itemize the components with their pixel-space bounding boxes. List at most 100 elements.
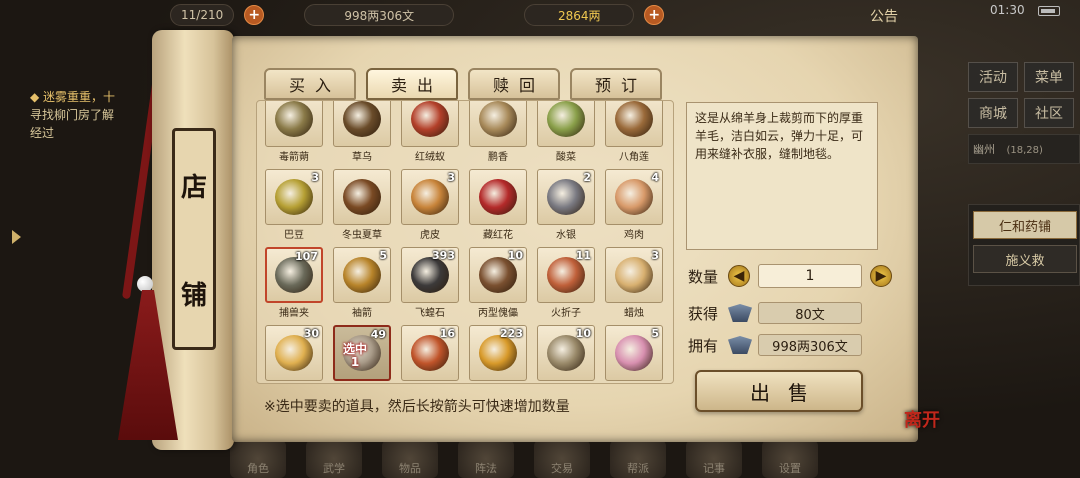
item-grid-viewport[interactable]: 毒箭蒴 草乌 红绒蚁 鹏香 酸菜 八角莲 3 巴豆 冬虫夏草 3 虎皮 藏红花 2 水银 4 鸡肉 107 捕兽夹… bbox=[256, 100, 674, 384]
bottom-menu-item[interactable]: 物品 bbox=[382, 440, 438, 478]
bottom-menu-item[interactable]: 帮派 bbox=[610, 440, 666, 478]
region-indicator: 幽州 (18,28) bbox=[968, 134, 1080, 164]
item-slot[interactable] bbox=[469, 169, 527, 225]
item-icon bbox=[275, 335, 313, 371]
earn-value: 80文 bbox=[758, 302, 862, 324]
quantity-field[interactable]: 1 bbox=[758, 264, 862, 288]
item-cell[interactable]: 5 袖箭 bbox=[331, 247, 393, 319]
menu-button[interactable]: 菜单 bbox=[1024, 62, 1074, 92]
leave-button[interactable]: 离开 bbox=[898, 398, 946, 440]
item-slot[interactable]: 5 bbox=[605, 325, 663, 381]
item-cell[interactable]: 3 蜡烛 bbox=[603, 247, 665, 319]
item-icon bbox=[411, 257, 449, 293]
item-cell[interactable]: 223 舍利碎片 bbox=[467, 325, 529, 383]
expand-arrow-icon[interactable] bbox=[12, 230, 21, 244]
bottom-menu-item[interactable]: 武学 bbox=[306, 440, 362, 478]
item-name: 小鸡 bbox=[263, 382, 325, 383]
item-cell[interactable]: 107 捕兽夹 bbox=[263, 247, 325, 319]
bag-count: 11/210 bbox=[170, 4, 235, 26]
item-slot[interactable]: 3 bbox=[401, 169, 459, 225]
item-slot[interactable] bbox=[401, 101, 459, 147]
tab-reserve[interactable]: 预订 bbox=[570, 68, 662, 100]
item-slot[interactable]: 223 bbox=[469, 325, 527, 381]
item-cell[interactable]: 鹏香 bbox=[467, 101, 529, 163]
item-slot[interactable]: 3 bbox=[605, 247, 663, 303]
gold-add-button[interactable]: + bbox=[644, 5, 665, 25]
item-cell[interactable]: 49选中1羊毛 bbox=[331, 325, 393, 383]
item-slot[interactable]: 3 bbox=[265, 169, 323, 225]
item-slot[interactable]: 4 bbox=[605, 169, 663, 225]
item-slot[interactable]: 10 bbox=[537, 325, 595, 381]
community-button[interactable]: 社区 bbox=[1024, 98, 1074, 128]
quest-tracker[interactable]: ◆ 迷雾重重，十 寻找柳门房了解 经过 bbox=[30, 88, 160, 142]
item-cell[interactable]: 393 飞蝗石 bbox=[399, 247, 461, 319]
item-slot[interactable] bbox=[537, 101, 595, 147]
item-cell[interactable]: 酸菜 bbox=[535, 101, 597, 163]
item-slot[interactable] bbox=[469, 101, 527, 147]
gold-money: 2864两 bbox=[524, 4, 635, 26]
tab-sell[interactable]: 卖出 bbox=[366, 68, 458, 100]
item-slot[interactable]: 16 bbox=[401, 325, 459, 381]
item-slot[interactable]: 107 bbox=[265, 247, 323, 303]
item-slot[interactable] bbox=[265, 101, 323, 147]
item-cell[interactable]: 11 火折子 bbox=[535, 247, 597, 319]
bottom-menu-item[interactable]: 设置 bbox=[762, 440, 818, 478]
item-cell[interactable]: 16 羽毛 bbox=[399, 325, 461, 383]
sell-button[interactable]: 出售 bbox=[695, 370, 863, 412]
item-cell[interactable]: 毒箭蒴 bbox=[263, 101, 325, 163]
item-name: 藏红花 bbox=[483, 230, 513, 241]
item-icon bbox=[479, 101, 517, 137]
item-slot[interactable]: 30 bbox=[265, 325, 323, 381]
item-slot[interactable]: 10 bbox=[469, 247, 527, 303]
item-icon bbox=[479, 257, 517, 293]
item-cell[interactable]: 冬虫夏草 bbox=[331, 169, 393, 241]
item-slot[interactable]: 5 bbox=[333, 247, 391, 303]
item-cell[interactable]: 30 小鸡 bbox=[263, 325, 325, 383]
item-name: 红绒蚁 bbox=[415, 152, 445, 163]
item-count: 10 bbox=[575, 327, 591, 340]
item-cell[interactable]: 八角莲 bbox=[603, 101, 665, 163]
activity-button[interactable]: 活动 bbox=[968, 62, 1018, 92]
bottom-menu-item[interactable]: 交易 bbox=[534, 440, 590, 478]
npc-tab[interactable]: 施义救 bbox=[973, 245, 1077, 273]
bottom-menu-item[interactable]: 记事 bbox=[686, 440, 742, 478]
clock: 01:30 bbox=[990, 3, 1025, 17]
bag-add-button[interactable]: + bbox=[244, 5, 265, 25]
item-cell[interactable]: 草乌 bbox=[331, 101, 393, 163]
notice-button[interactable]: 公告 bbox=[870, 6, 898, 26]
item-description: 这是从绵羊身上裁剪而下的厚重羊毛，洁白如云，弹力十足，可用来缝补衣服，缝制地毯。 bbox=[686, 102, 878, 250]
item-icon bbox=[615, 179, 653, 215]
item-cell[interactable]: 4 鸡肉 bbox=[603, 169, 665, 241]
item-slot[interactable] bbox=[333, 169, 391, 225]
increase-arrow-icon[interactable]: ▶ bbox=[870, 265, 892, 287]
tab-buy[interactable]: 买入 bbox=[264, 68, 356, 100]
sell-hint: ※选中要卖的道具，然后长按箭头可快速增加数量 bbox=[264, 399, 570, 415]
item-cell[interactable]: 红绒蚁 bbox=[399, 101, 461, 163]
item-cell[interactable]: 2 水银 bbox=[535, 169, 597, 241]
item-cell[interactable]: 藏红花 bbox=[467, 169, 529, 241]
item-cell[interactable]: 10 丙型傀儡 bbox=[467, 247, 529, 319]
item-cell[interactable]: 3 虎皮 bbox=[399, 169, 461, 241]
item-slot[interactable] bbox=[605, 101, 663, 147]
item-slot[interactable] bbox=[333, 101, 391, 147]
item-slot[interactable]: 2 bbox=[537, 169, 595, 225]
selected-badge-count: 1 bbox=[350, 355, 360, 369]
item-slot[interactable]: 11 bbox=[537, 247, 595, 303]
bottom-menu-item[interactable]: 阵法 bbox=[458, 440, 514, 478]
bottom-menu-item[interactable]: 角色 bbox=[230, 440, 286, 478]
mall-button[interactable]: 商城 bbox=[968, 98, 1018, 128]
region-name: 幽州 bbox=[973, 143, 995, 156]
tab-redeem[interactable]: 赎回 bbox=[468, 68, 560, 100]
item-cell[interactable]: 5 玉兰花 bbox=[603, 325, 665, 383]
item-count: 30 bbox=[303, 327, 319, 340]
item-icon bbox=[411, 179, 449, 215]
item-cell[interactable]: 3 巴豆 bbox=[263, 169, 325, 241]
shop-title-char: 铺 bbox=[180, 280, 207, 311]
npc-tab-active[interactable]: 仁和药铺 bbox=[973, 211, 1077, 239]
item-slot[interactable]: 49 选中 1 bbox=[333, 325, 391, 381]
quest-line: 寻找柳门房了解 bbox=[30, 108, 115, 122]
decrease-arrow-icon[interactable]: ◀ bbox=[728, 265, 750, 287]
item-count: 49 bbox=[370, 328, 386, 341]
item-slot[interactable]: 393 bbox=[401, 247, 459, 303]
item-cell[interactable]: 10 海钓鱼竿 bbox=[535, 325, 597, 383]
